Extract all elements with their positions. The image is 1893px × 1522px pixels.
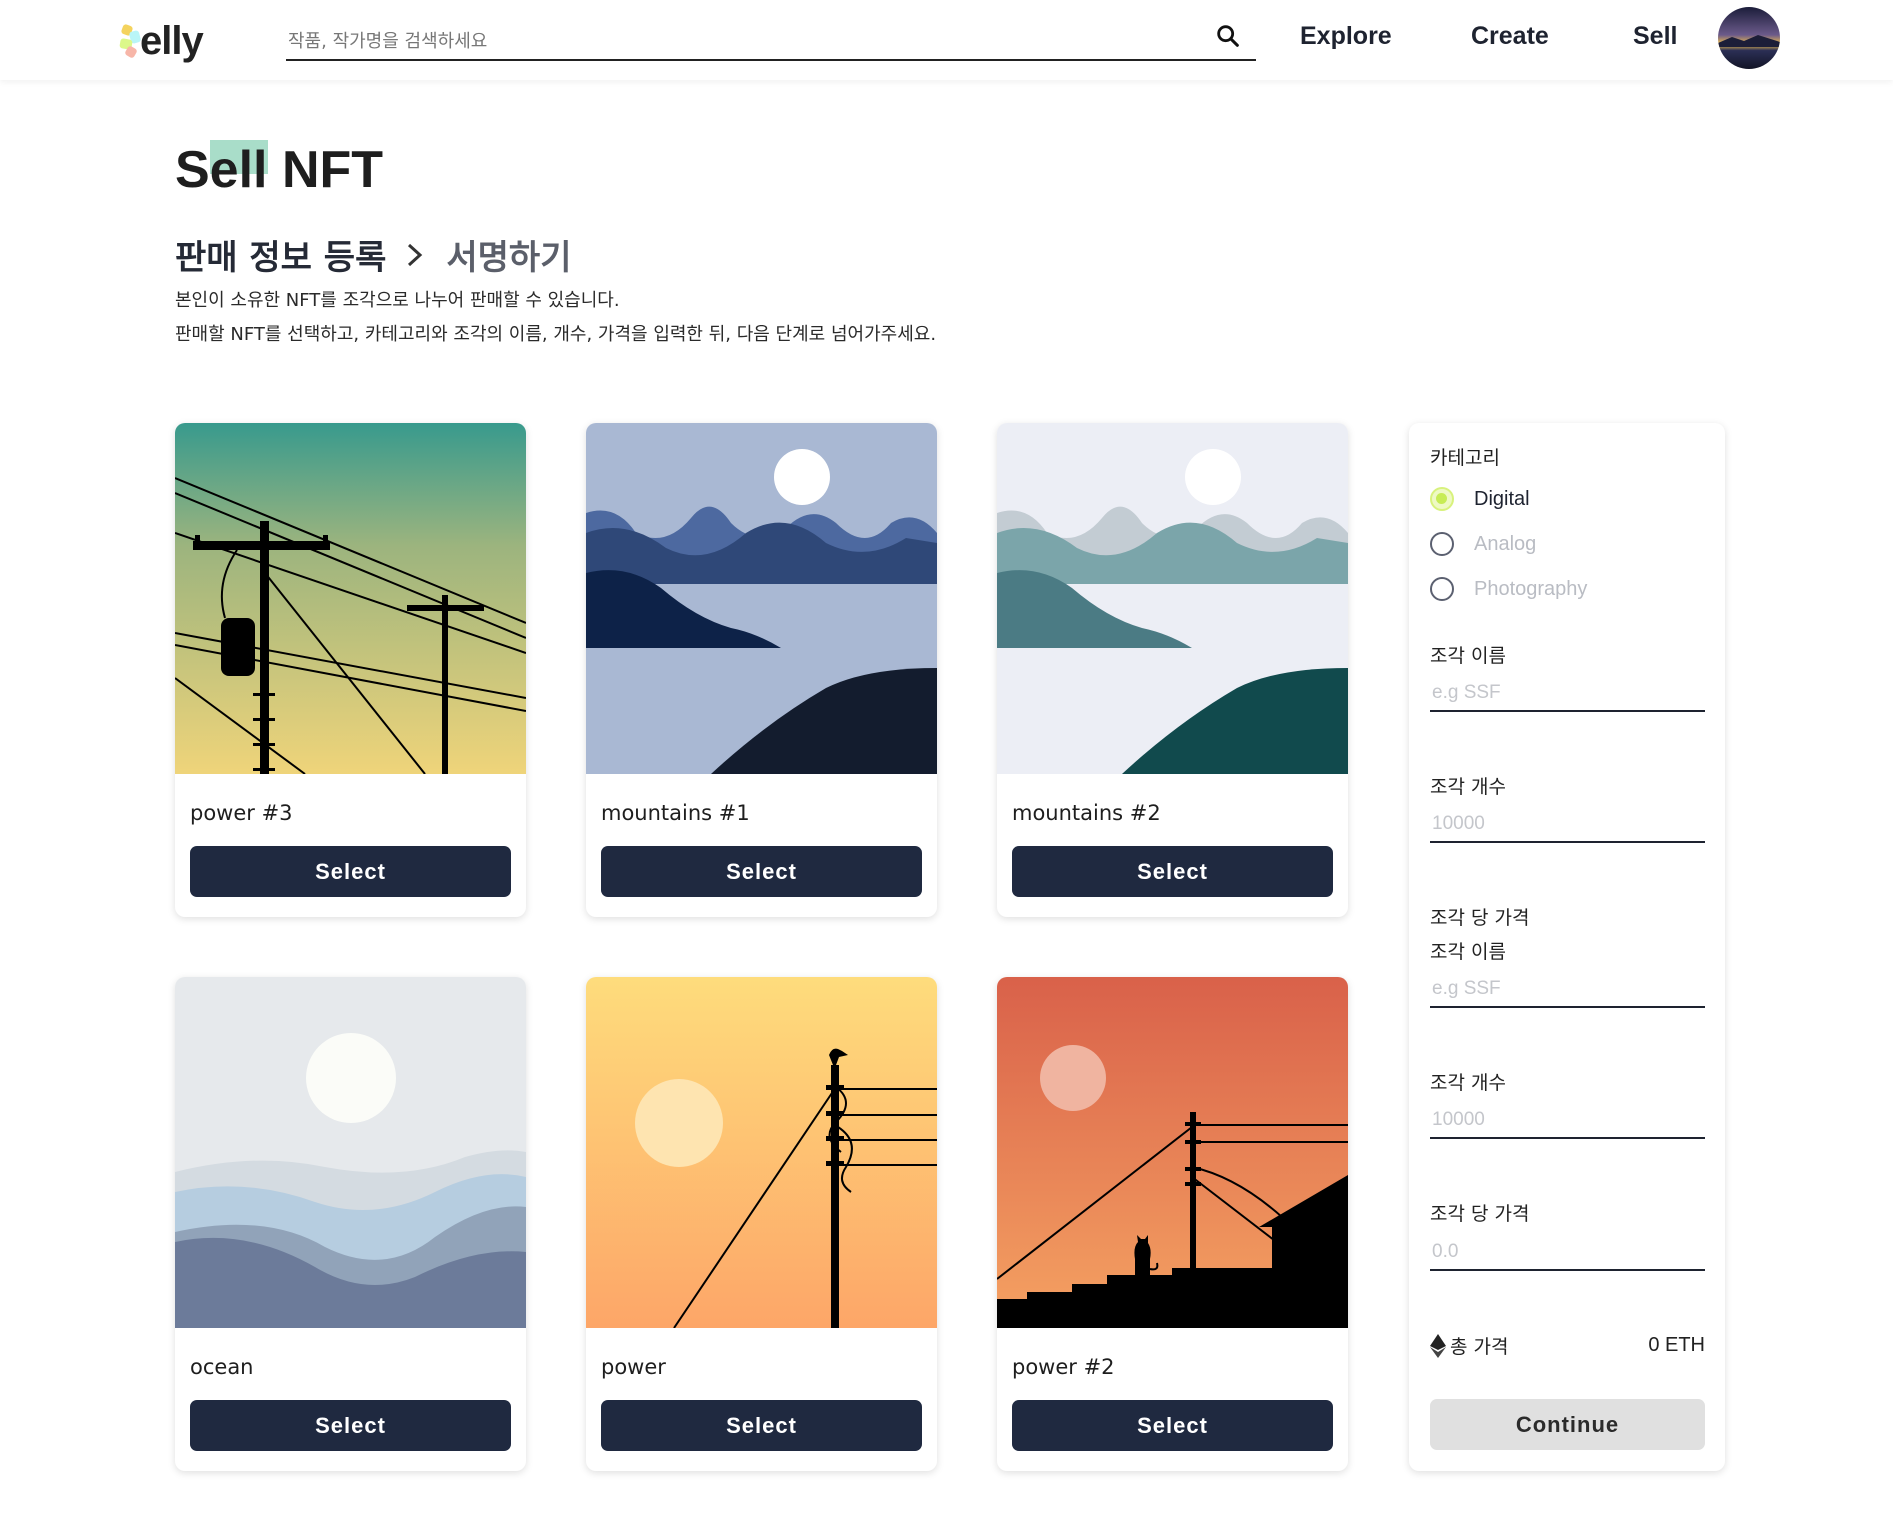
description-line-2: 판매할 NFT를 선택하고, 카테고리와 조각의 이름, 개수, 가격을 입력한… (175, 324, 937, 345)
nav-create[interactable]: Create (1471, 22, 1559, 54)
piece-name-label: 조각 이름 (1430, 645, 1506, 667)
nav-sell[interactable]: Sell (1629, 22, 1678, 54)
nav-explore-label: Explore (1300, 22, 1392, 50)
radio-selected-icon (1430, 487, 1454, 511)
nft-card: mountains #2 Select (997, 423, 1348, 917)
page-title: Sell NFT (175, 141, 384, 199)
top-header: elly Explore Create Sell (0, 0, 1893, 80)
radio-unselected-icon (1430, 577, 1454, 601)
nft-artwork-image (175, 423, 526, 774)
nft-card: power #3 Select (175, 423, 526, 917)
radio-digital[interactable]: Digital (1430, 487, 1530, 511)
nft-card-title: mountains #1 (601, 801, 750, 825)
search-input[interactable] (286, 18, 1186, 58)
step-sign: 서명하기 (446, 238, 572, 278)
nft-artwork-image (586, 977, 937, 1328)
nft-card-title: ocean (190, 1355, 254, 1379)
select-button[interactable]: Select (601, 1400, 922, 1451)
user-avatar[interactable] (1718, 7, 1780, 69)
chevron-right-icon (408, 243, 423, 266)
logo-mark-icon (118, 21, 142, 61)
nft-artwork-image (997, 423, 1348, 774)
total-price-label: 총 가격 (1450, 1336, 1509, 1358)
selly-logo[interactable]: elly (118, 18, 204, 64)
piece-name-label-2: 조각 이름 (1430, 941, 1506, 963)
select-button[interactable]: Select (190, 1400, 511, 1451)
search-bar (286, 18, 1256, 61)
price-per-piece-label-2: 조각 당 가격 (1430, 1203, 1530, 1225)
nft-artwork-image (997, 977, 1348, 1328)
nft-artwork-image (586, 423, 937, 774)
nft-card-title: mountains #2 (1012, 801, 1161, 825)
sell-form-panel: 카테고리 Digital Analog Photography 조각 이름 조각… (1409, 423, 1725, 1471)
nav-explore[interactable]: Explore (1300, 22, 1399, 51)
step-register-info: 판매 정보 등록 (175, 238, 387, 278)
select-button[interactable]: Select (601, 846, 922, 897)
price-per-piece-input[interactable] (1430, 1235, 1705, 1271)
search-icon[interactable] (1214, 22, 1242, 50)
select-button[interactable]: Select (1012, 1400, 1333, 1451)
piece-count-label-2: 조각 개수 (1430, 1072, 1506, 1094)
select-button[interactable]: Select (190, 846, 511, 897)
nft-artwork-image (175, 977, 526, 1328)
radio-analog-label: Analog (1474, 532, 1537, 555)
page-description: 본인이 소유한 NFT를 조각으로 나누어 판매할 수 있습니다. 판매할 NF… (175, 284, 936, 352)
total-price-row: 총 가격 0 ETH (1430, 1332, 1705, 1359)
piece-name-input-2[interactable] (1430, 972, 1705, 1008)
nft-card: power #2 Select (997, 977, 1348, 1471)
select-button[interactable]: Select (1012, 846, 1333, 897)
category-label: 카테고리 (1430, 447, 1500, 469)
logo-text: elly (140, 18, 204, 63)
nft-card: mountains #1 Select (586, 423, 937, 917)
nft-card-title: power #3 (190, 801, 293, 825)
nft-card-title: power (601, 1355, 666, 1379)
price-per-piece-label: 조각 당 가격 (1430, 907, 1530, 929)
radio-digital-label: Digital (1474, 487, 1530, 510)
ethereum-icon (1430, 1333, 1446, 1358)
piece-name-input[interactable] (1430, 676, 1705, 712)
nft-card-title: power #2 (1012, 1355, 1115, 1379)
radio-photography-label: Photography (1474, 577, 1588, 600)
continue-button[interactable]: Continue (1430, 1399, 1705, 1450)
piece-count-input-2[interactable] (1430, 1103, 1705, 1139)
radio-unselected-icon (1430, 532, 1454, 556)
description-line-1: 본인이 소유한 NFT를 조각으로 나누어 판매할 수 있습니다. (175, 290, 620, 311)
nav-sell-label: Sell (1633, 22, 1678, 50)
step-breadcrumb: 판매 정보 등록 서명하기 (175, 230, 571, 279)
radio-analog[interactable]: Analog (1430, 532, 1536, 556)
nft-card: ocean Select (175, 977, 526, 1471)
radio-photography[interactable]: Photography (1430, 577, 1587, 601)
piece-count-input[interactable] (1430, 807, 1705, 843)
total-price-value: 0 ETH (1648, 1334, 1705, 1356)
nft-card: power Select (586, 977, 937, 1471)
nav-create-label: Create (1471, 22, 1549, 50)
piece-count-label: 조각 개수 (1430, 776, 1506, 798)
